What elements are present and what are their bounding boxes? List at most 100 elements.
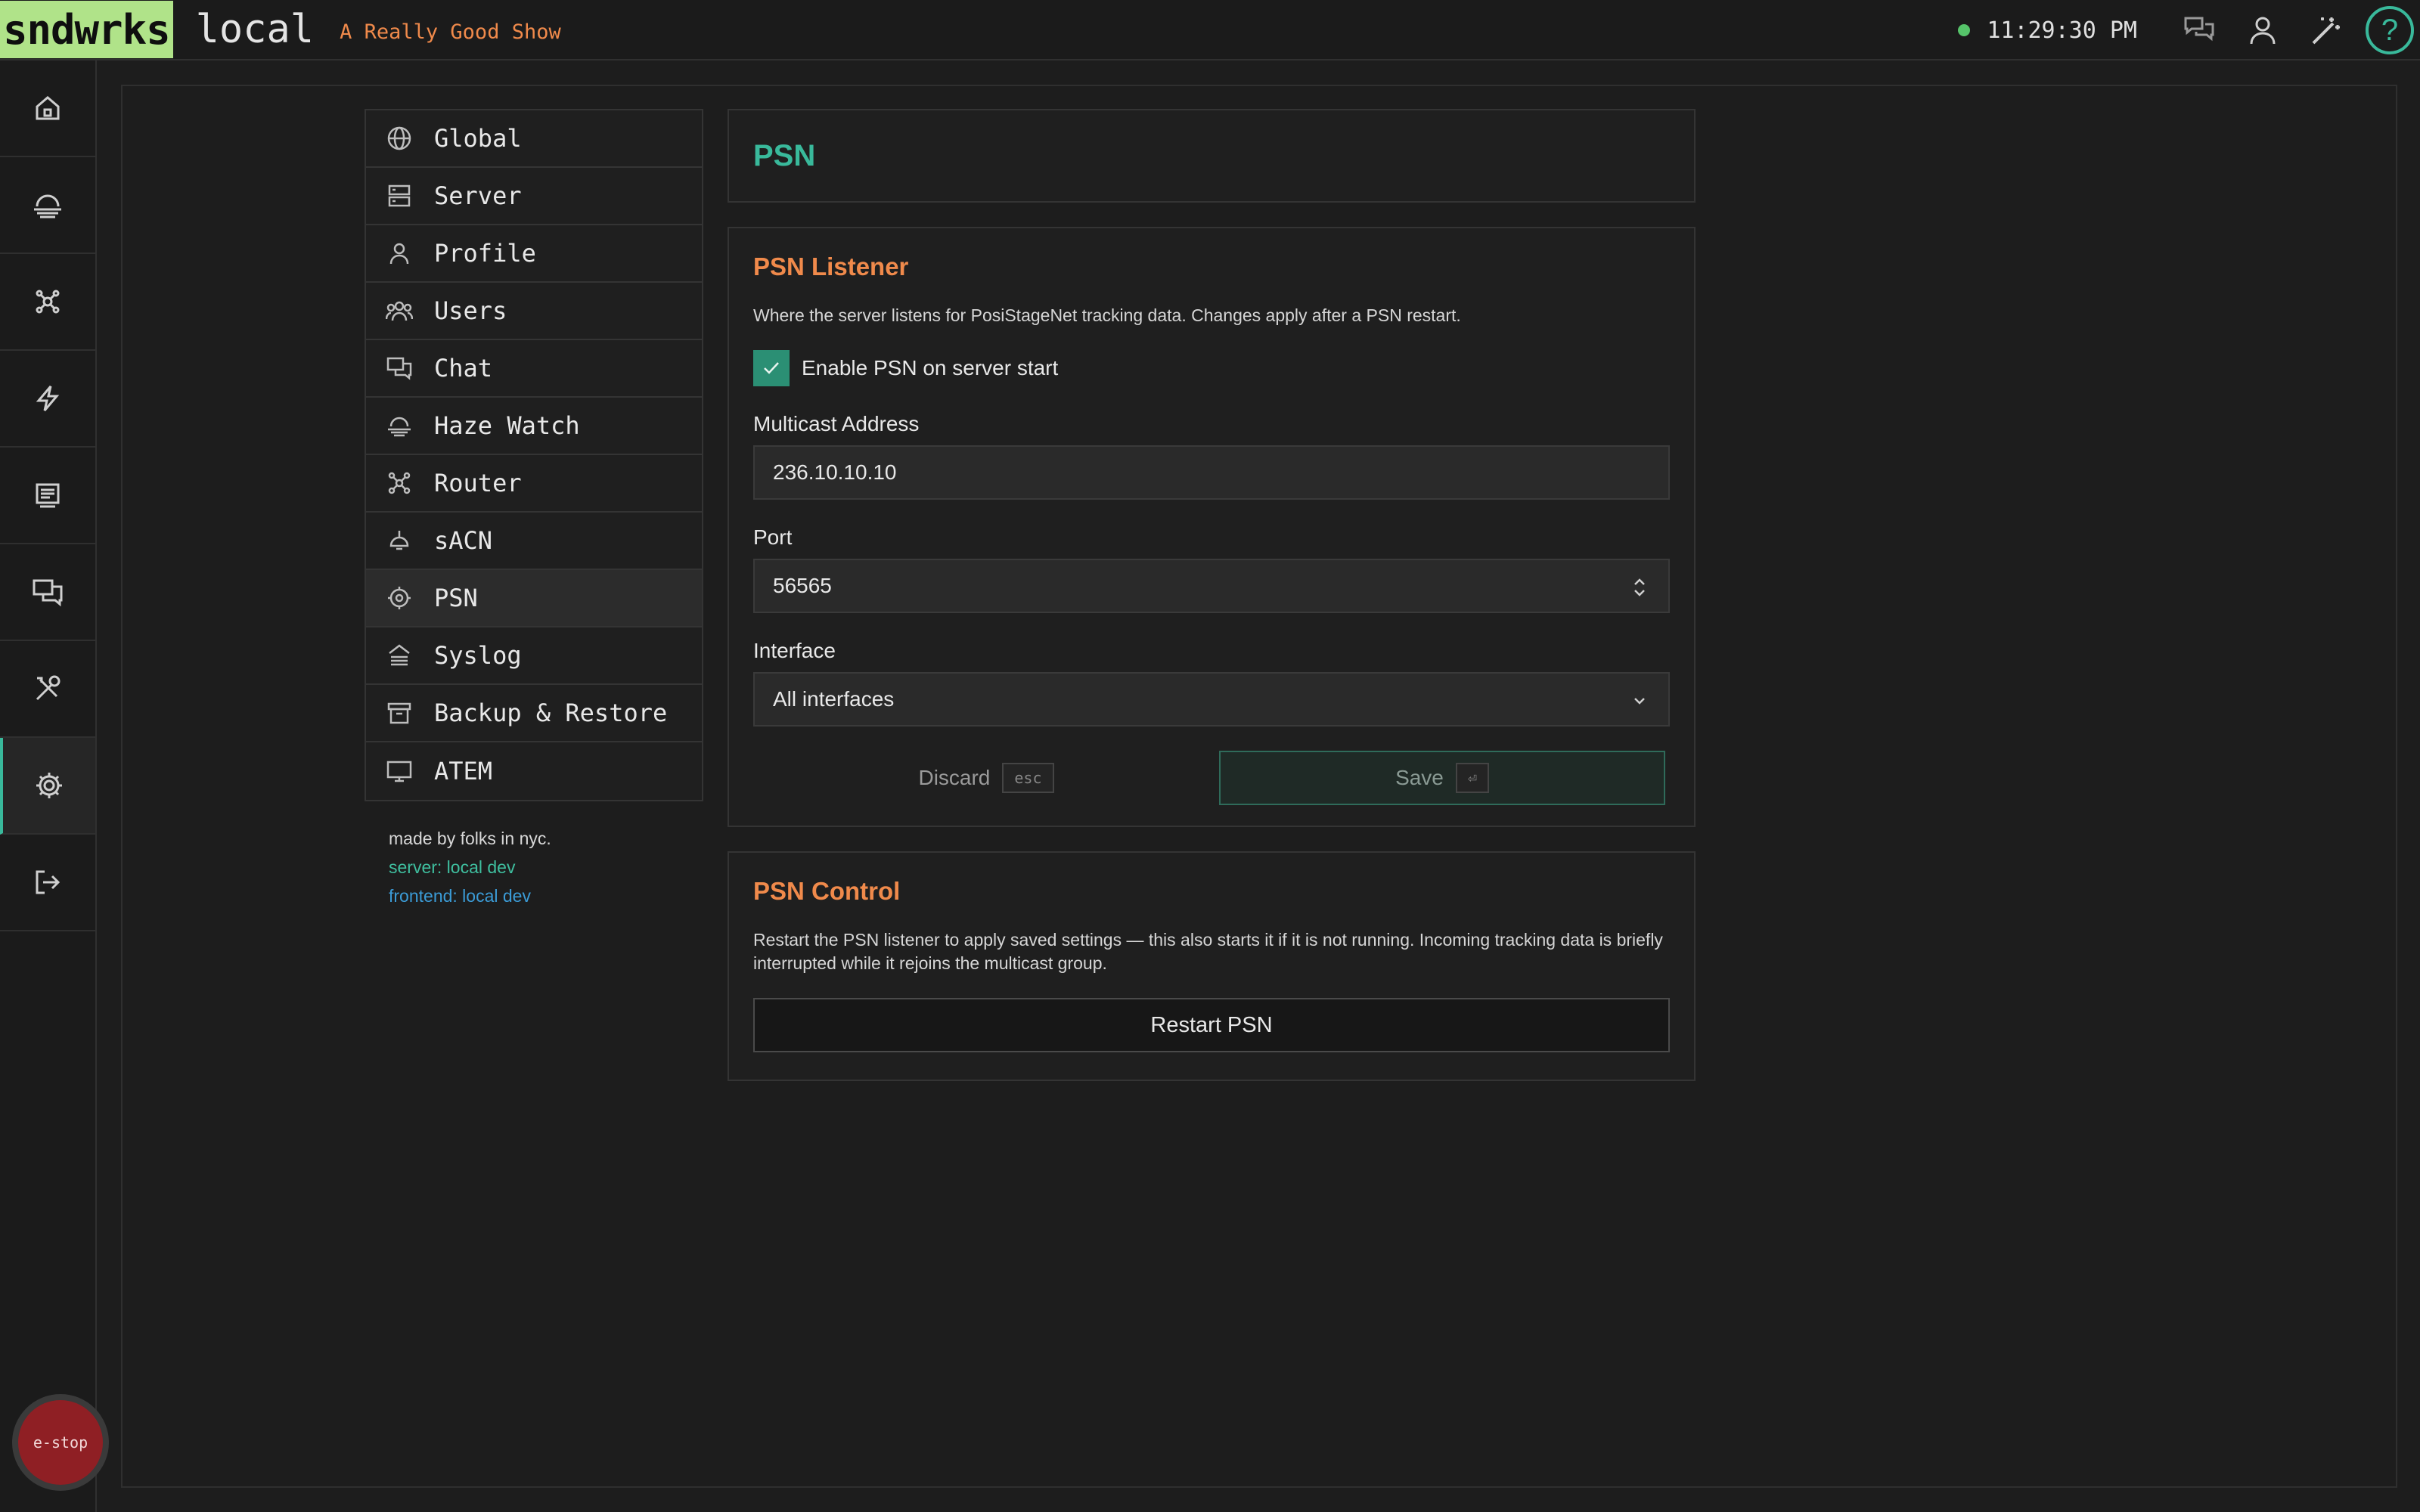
menu-item-label: Server — [434, 181, 522, 210]
user-icon[interactable] — [2231, 0, 2294, 60]
menu-item-syslog[interactable]: Syslog — [366, 627, 702, 685]
menu-item-label: Syslog — [434, 641, 522, 670]
menu-item-label: Chat — [434, 354, 493, 383]
router-icon — [36, 290, 60, 314]
help-button[interactable]: ? — [2366, 6, 2414, 54]
credits-frontend-version: frontend: local dev — [389, 886, 531, 906]
menu-item-label: Router — [434, 469, 522, 497]
user-icon — [384, 238, 414, 268]
discard-label: Discard — [918, 766, 991, 789]
menu-item-atem[interactable]: ATEM — [366, 742, 702, 800]
menu-item-server[interactable]: Server — [366, 168, 702, 225]
router-icon — [384, 468, 414, 498]
nav-settings[interactable] — [0, 738, 95, 835]
menu-item-users[interactable]: Users — [366, 283, 702, 340]
display-icon — [36, 483, 60, 508]
home-icon — [36, 96, 60, 120]
enable-psn-label[interactable]: Enable PSN on server start — [802, 356, 1058, 380]
nav-logout[interactable] — [0, 835, 95, 931]
menu-item-label: Users — [434, 296, 507, 325]
menu-item-global[interactable]: Global — [366, 110, 702, 168]
server-icon — [384, 181, 414, 211]
menu-item-profile[interactable]: Profile — [366, 225, 702, 283]
page-title: PSN — [753, 139, 816, 172]
chat-bubbles-icon[interactable] — [2167, 0, 2231, 60]
save-shortcut: ⏎ — [1455, 763, 1489, 793]
credits-made-by: made by folks in nyc. — [389, 829, 551, 848]
multicast-address-label: Multicast Address — [753, 412, 920, 435]
multicast-address-input[interactable]: 236.10.10.10 — [753, 445, 1670, 500]
form-actions: Discard esc Save ⏎ — [753, 751, 1670, 805]
save-label: Save — [1395, 766, 1444, 789]
target-icon — [384, 583, 414, 613]
chat-icon — [33, 579, 63, 607]
menu-item-label: Profile — [434, 239, 536, 268]
menu-item-backup-restore[interactable]: Backup & Restore — [366, 685, 702, 742]
psn-listener-panel: PSN Listener Where the server listens fo… — [728, 227, 1696, 827]
archive-icon — [384, 698, 414, 728]
port-value: 56565 — [773, 574, 832, 597]
psn-control-panel: PSN Control Restart the PSN listener to … — [728, 851, 1696, 1081]
menu-item-psn[interactable]: PSN — [366, 570, 702, 627]
restart-psn-button[interactable]: Restart PSN — [753, 998, 1670, 1052]
menu-item-sacn[interactable]: sACN — [366, 513, 702, 570]
section-title: PSN Listener — [753, 253, 909, 280]
haze-icon — [34, 194, 61, 218]
site-name: local — [195, 7, 315, 52]
clock: 11:29:30 PM — [1987, 17, 2137, 44]
section-description: Restart the PSN listener to apply saved … — [753, 930, 1663, 973]
section-description: Where the server listens for PosiStageNe… — [753, 305, 1461, 325]
show-name: A Really Good Show — [340, 20, 561, 44]
users-icon — [384, 296, 414, 326]
interface-label: Interface — [753, 639, 836, 662]
lightning-icon — [36, 386, 60, 411]
nav-haze[interactable] — [0, 157, 95, 254]
discard-shortcut: esc — [1002, 763, 1054, 793]
enable-psn-checkbox[interactable] — [753, 350, 790, 386]
menu-item-label: ATEM — [434, 757, 493, 785]
enable-psn-row[interactable]: Enable PSN on server start — [753, 350, 1670, 386]
monitor-icon — [384, 756, 414, 786]
interface-value: All interfaces — [773, 687, 895, 711]
menu-item-chat[interactable]: Chat — [366, 340, 702, 398]
menu-item-label: PSN — [434, 584, 478, 612]
nav-router[interactable] — [0, 254, 95, 351]
nav-display[interactable] — [0, 448, 95, 544]
stepper-chevrons-icon[interactable] — [1632, 577, 1647, 603]
check-icon — [764, 362, 779, 374]
interface-select[interactable]: All interfaces — [753, 672, 1670, 727]
logout-icon — [36, 870, 60, 894]
syslog-icon — [384, 640, 414, 671]
port-input[interactable]: 56565 — [753, 559, 1670, 613]
lamp-icon — [384, 525, 414, 556]
top-bar: sndwrks local A Really Good Show 11:29:3… — [0, 0, 2420, 60]
menu-item-label: Haze Watch — [434, 411, 580, 440]
multicast-address-value: 236.10.10.10 — [773, 460, 897, 484]
nav-home[interactable] — [0, 60, 95, 157]
menu-item-haze-watch[interactable]: Haze Watch — [366, 398, 702, 455]
chat-icon — [384, 353, 414, 383]
save-button[interactable]: Save ⏎ — [1219, 751, 1665, 805]
menu-item-label: Global — [434, 124, 522, 153]
e-stop-button[interactable]: e-stop — [12, 1394, 109, 1491]
left-nav: e-stop — [0, 60, 109, 1512]
section-title: PSN Control — [753, 877, 901, 905]
nav-chat[interactable] — [0, 544, 95, 641]
app-logo[interactable]: sndwrks — [0, 1, 173, 58]
menu-item-router[interactable]: Router — [366, 455, 702, 513]
globe-icon — [384, 123, 414, 153]
nav-power[interactable] — [0, 351, 95, 448]
haze-icon — [384, 411, 414, 441]
chevron-down-icon — [1632, 690, 1647, 717]
page-title-panel: PSN — [728, 109, 1696, 203]
tools-icon — [36, 675, 60, 701]
menu-item-label: Backup & Restore — [434, 699, 668, 727]
magic-wand-icon[interactable] — [2294, 0, 2358, 60]
credits-server-version: server: local dev — [389, 857, 516, 877]
connection-status-dot — [1958, 24, 1971, 36]
credits: made by folks in nyc. server: local dev … — [389, 824, 551, 910]
nav-tools[interactable] — [0, 641, 95, 738]
port-label: Port — [753, 525, 793, 549]
settings-menu: Global Server Profile Users Chat Haze Wa… — [365, 109, 703, 801]
discard-button[interactable]: Discard esc — [753, 763, 1219, 793]
